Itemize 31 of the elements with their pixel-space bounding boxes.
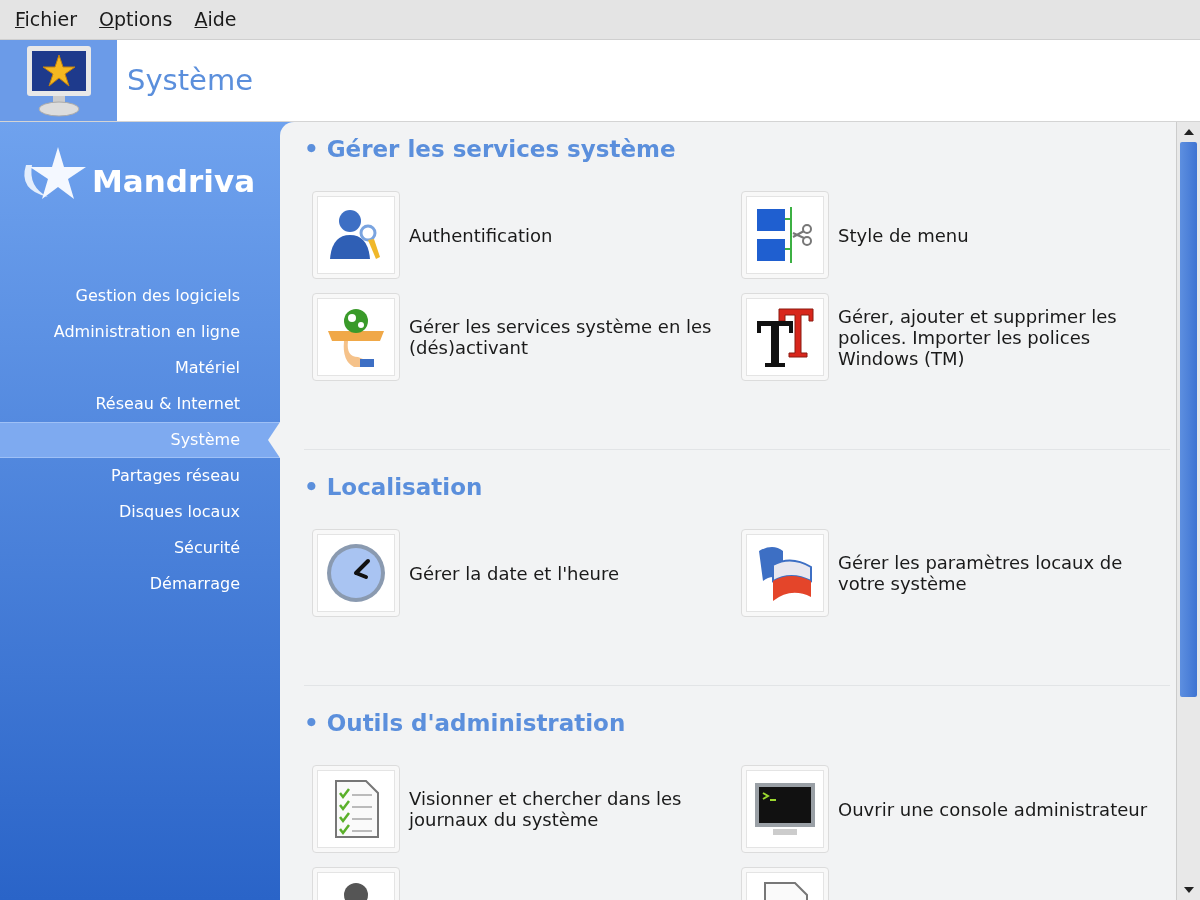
page-title: Système <box>127 61 253 99</box>
tool-label[interactable]: Gérer la date et l'heure <box>409 562 620 584</box>
tool-label[interactable]: Gérer, ajouter et supprimer les polices. Importer les polices Windows (TM) <box>838 305 1148 369</box>
clock-icon <box>324 541 388 605</box>
sidebar-item[interactable]: Disques locaux <box>0 494 280 530</box>
menu-item[interactable]: Aide <box>194 5 237 34</box>
tool-label[interactable]: Gérer les services système en les (dés)activant <box>409 316 719 358</box>
section-title: Localisation <box>326 472 483 502</box>
up-arrow-icon <box>1183 129 1194 135</box>
menu-item[interactable]: Fichier <box>15 5 78 34</box>
tool-label[interactable]: Authentification <box>409 224 553 246</box>
tool-label[interactable]: Style de menu <box>838 224 969 246</box>
tool-launcher[interactable] <box>741 293 829 381</box>
tool-label[interactable]: Gérer les paramètres locaux de votre système <box>838 552 1148 594</box>
tool-launcher[interactable] <box>741 765 829 853</box>
menu-item[interactable]: Options <box>99 5 173 34</box>
section-title: Outils d'administration <box>326 708 626 738</box>
tool-label[interactable]: Visionner et chercher dans les journaux du système <box>409 788 719 830</box>
section-title: Gérer les services système <box>326 134 676 164</box>
tool-label[interactable]: Ouvrir une console administrateur <box>838 798 1148 820</box>
sidebar-item[interactable]: Démarrage <box>0 566 280 602</box>
logo-text: Mandriva <box>92 161 256 201</box>
sidebar-item[interactable]: Sécurité <box>0 530 280 566</box>
section-bullet: • <box>304 472 319 502</box>
scroll-thumb[interactable] <box>1180 142 1197 697</box>
down-arrow-icon <box>1183 887 1194 893</box>
section-bullet: • <box>304 708 319 738</box>
section-bullet: • <box>304 134 319 164</box>
tool-launcher[interactable] <box>312 191 400 279</box>
sidebar-item[interactable]: Partages réseau <box>0 458 280 494</box>
monitor-star-icon <box>24 43 93 118</box>
